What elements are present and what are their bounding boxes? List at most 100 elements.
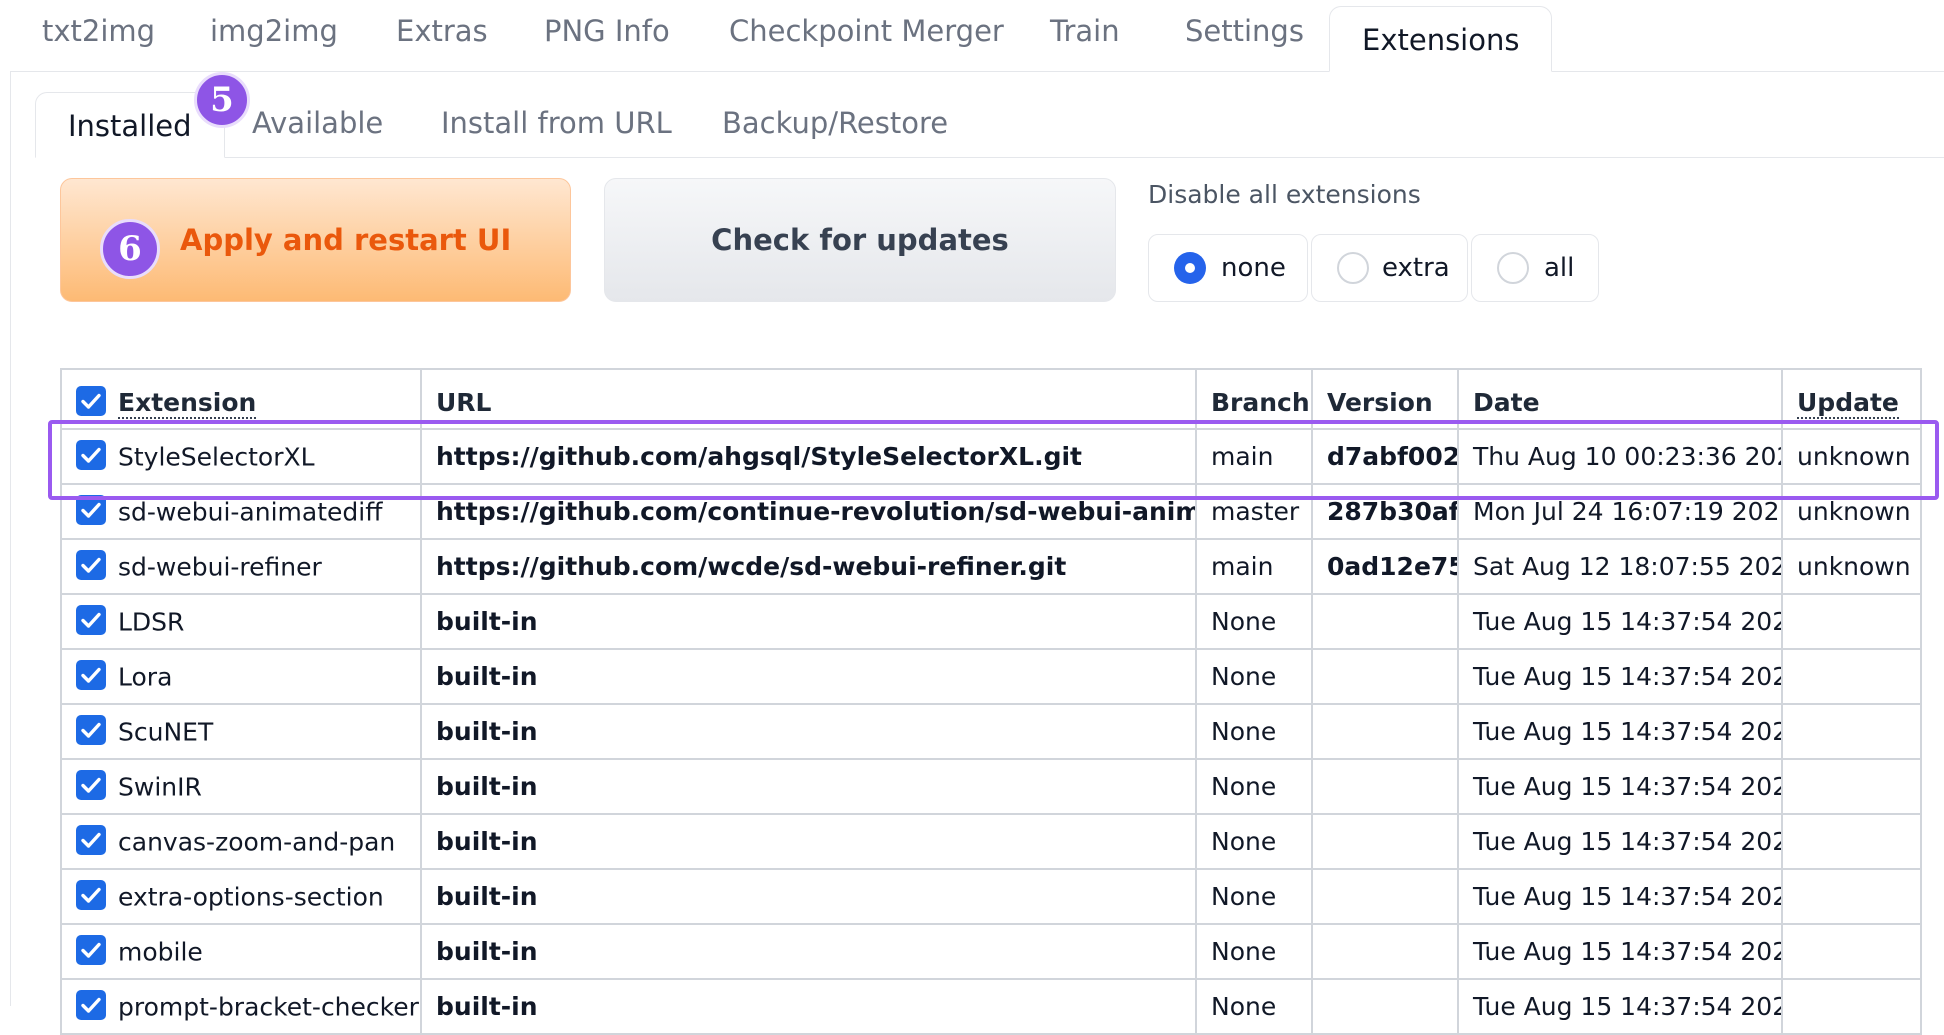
radio-all[interactable]: all — [1471, 234, 1599, 302]
enable-checkbox[interactable] — [76, 660, 106, 690]
tab-backup-restore[interactable]: Backup/Restore — [722, 106, 948, 140]
cell-update: unknown — [1781, 538, 1922, 595]
enable-checkbox[interactable] — [76, 880, 106, 910]
extension-name: SwinIR — [118, 772, 202, 802]
header-extension-label[interactable]: Extension — [118, 388, 257, 419]
extension-name: StyleSelectorXL — [118, 442, 315, 472]
cell-version — [1311, 703, 1459, 760]
check-icon — [81, 447, 101, 463]
cell-extension: mobile — [60, 923, 422, 980]
enable-checkbox[interactable] — [76, 715, 106, 745]
cell-url: built-in — [420, 703, 1197, 760]
tab-available[interactable]: Available — [252, 106, 383, 140]
enable-checkbox[interactable] — [76, 605, 106, 635]
radio-all-label: all — [1544, 253, 1575, 283]
cell-date: Tue Aug 15 14:37:54 2023 — [1457, 648, 1783, 705]
table-row: extra-options-section built-in None Tue Aug… — [60, 868, 1922, 925]
cell-branch: None — [1195, 758, 1313, 815]
select-all-checkbox[interactable] — [76, 385, 106, 416]
cell-branch: None — [1195, 593, 1313, 650]
cell-extension: SwinIR — [60, 758, 422, 815]
radio-extra-label: extra — [1382, 253, 1450, 283]
cell-branch: None — [1195, 978, 1313, 1035]
cell-version — [1311, 923, 1459, 980]
disable-all-label: Disable all extensions — [1148, 180, 1421, 209]
tab-settings[interactable]: Settings — [1185, 14, 1304, 48]
radio-extra[interactable]: extra — [1311, 234, 1468, 302]
cell-version — [1311, 868, 1459, 925]
radio-unchecked-icon — [1497, 252, 1529, 284]
check-updates-button[interactable]: Check for updates — [604, 178, 1116, 302]
step-6-badge: 6 — [100, 219, 160, 279]
check-icon — [81, 393, 101, 409]
cell-extension: extra-options-section — [60, 868, 422, 925]
cell-url: built-in — [420, 978, 1197, 1035]
cell-extension: LDSR — [60, 593, 422, 650]
cell-branch: None — [1195, 813, 1313, 870]
tab-img2img[interactable]: img2img — [210, 14, 338, 48]
table-body: StyleSelectorXL https://github.com/ahgsql… — [60, 428, 1922, 1035]
table-row: LDSR built-in None Tue Aug 15 14:37:54 2023 — [60, 593, 1922, 650]
extensions-table: Extension URL Branch Version Date Update… — [60, 368, 1922, 1035]
cell-url: built-in — [420, 923, 1197, 980]
table-header-row: Extension URL Branch Version Date Update — [60, 368, 1922, 430]
cell-date: Tue Aug 15 14:37:54 2023 — [1457, 703, 1783, 760]
radio-unchecked-icon — [1337, 252, 1369, 284]
enable-checkbox[interactable] — [76, 770, 106, 800]
tab-extensions[interactable]: Extensions — [1329, 6, 1553, 72]
extension-name: sd-webui-refiner — [118, 552, 322, 582]
enable-checkbox[interactable] — [76, 825, 106, 855]
apply-restart-button[interactable]: 6 Apply and restart UI — [60, 178, 571, 302]
tab-install-from-url[interactable]: Install from URL — [441, 106, 672, 140]
cell-extension: prompt-bracket-checker — [60, 978, 422, 1035]
cell-update: unknown — [1781, 483, 1922, 540]
tab-png-info[interactable]: PNG Info — [544, 14, 670, 48]
tab-extras[interactable]: Extras — [396, 14, 488, 48]
check-icon — [81, 997, 101, 1013]
check-icon — [81, 557, 101, 573]
cell-url: built-in — [420, 758, 1197, 815]
cell-extension: ScuNET — [60, 703, 422, 760]
cell-version — [1311, 813, 1459, 870]
enable-checkbox[interactable] — [76, 550, 106, 580]
tab-checkpoint-merger[interactable]: Checkpoint Merger — [729, 14, 1004, 48]
enable-checkbox[interactable] — [76, 990, 106, 1020]
radio-none-label: none — [1221, 253, 1286, 283]
cell-url: https://github.com/continue-revolution/s… — [420, 483, 1197, 540]
radio-none[interactable]: none — [1148, 234, 1308, 302]
table-row: StyleSelectorXL https://github.com/ahgsql… — [60, 428, 1922, 485]
extension-name: extra-options-section — [118, 882, 384, 912]
cell-version: d7abf002 — [1311, 428, 1459, 485]
enable-checkbox[interactable] — [76, 935, 106, 965]
cell-version: 0ad12e75 — [1311, 538, 1459, 595]
cell-update — [1781, 813, 1922, 870]
header-extension: Extension — [60, 368, 422, 430]
step-5-badge: 5 — [194, 72, 250, 128]
extension-name: mobile — [118, 937, 203, 967]
check-icon — [81, 612, 101, 628]
cell-update — [1781, 923, 1922, 980]
cell-branch: None — [1195, 648, 1313, 705]
tab-train[interactable]: Train — [1050, 14, 1120, 48]
extension-name: prompt-bracket-checker — [118, 992, 419, 1022]
header-update: Update — [1781, 368, 1922, 430]
header-update-label[interactable]: Update — [1797, 387, 1899, 419]
tab-txt2img[interactable]: txt2img — [42, 14, 155, 48]
enable-checkbox[interactable] — [76, 440, 106, 470]
cell-version — [1311, 758, 1459, 815]
cell-url: https://github.com/wcde/sd-webui-refiner… — [420, 538, 1197, 595]
check-icon — [81, 722, 101, 738]
enable-checkbox[interactable] — [76, 495, 106, 525]
cell-url: https://github.com/ahgsql/StyleSelectorX… — [420, 428, 1197, 485]
cell-branch: None — [1195, 868, 1313, 925]
cell-url: built-in — [420, 593, 1197, 650]
sub-tab-bar: Installed Available Install from URL Bac… — [11, 72, 1944, 158]
cell-url: built-in — [420, 868, 1197, 925]
apply-restart-label: Apply and restart UI — [180, 223, 512, 257]
cell-update — [1781, 978, 1922, 1035]
cell-date: Tue Aug 15 14:37:54 2023 — [1457, 593, 1783, 650]
radio-checked-icon — [1174, 252, 1206, 284]
cell-date: Tue Aug 15 14:37:54 2023 — [1457, 923, 1783, 980]
cell-branch: master — [1195, 483, 1313, 540]
cell-date: Tue Aug 15 14:37:54 2023 — [1457, 758, 1783, 815]
